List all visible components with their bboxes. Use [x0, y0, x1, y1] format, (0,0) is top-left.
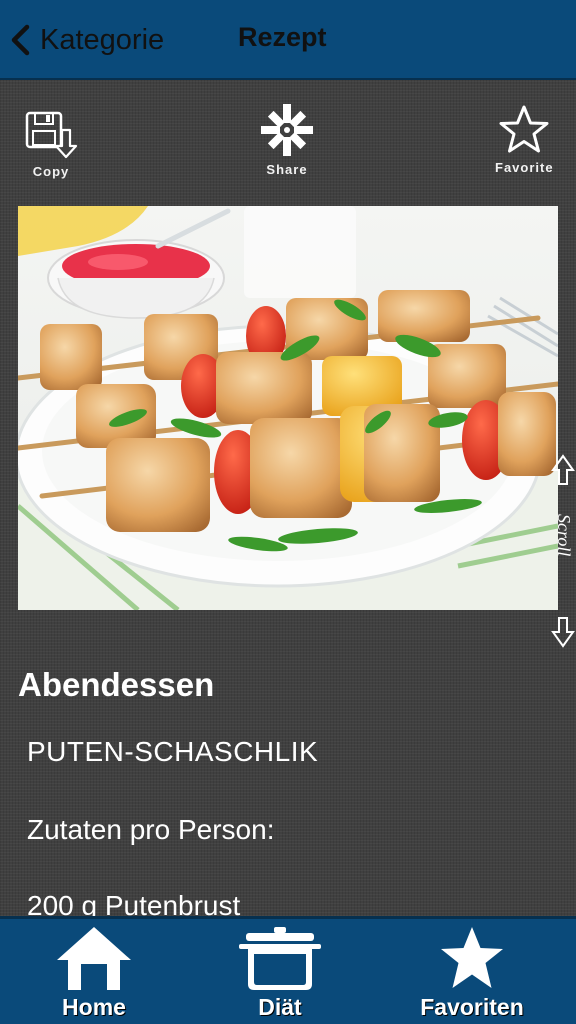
page-title: Rezept — [238, 22, 327, 52]
tab-diet-label: Diät — [258, 994, 302, 1020]
scroll-hint-label: Scroll — [554, 514, 574, 556]
copy-button[interactable]: Copy — [24, 110, 78, 179]
star-outline-icon — [499, 105, 549, 153]
favorite-button[interactable]: Favorite — [495, 104, 554, 175]
tab-bar: Home Diät Favoriten — [0, 916, 576, 1024]
copy-label: Copy — [32, 164, 70, 179]
favorite-label: Favorite — [495, 160, 554, 175]
recipe-category-heading: Abendessen — [18, 666, 215, 703]
recipe-photo — [18, 206, 558, 610]
share-button[interactable]: Share — [259, 102, 315, 177]
tab-favorites[interactable]: Favoriten — [418, 919, 526, 1024]
scroll-hint-icon: Scroll — [551, 454, 575, 648]
recipe-content[interactable]: Copy Share Favorite Scroll Abendessen PU… — [0, 80, 576, 916]
share-label: Share — [266, 162, 308, 177]
recipe-title: PUTEN-SCHASCHLIK — [27, 736, 319, 767]
tab-home-label: Home — [62, 994, 126, 1020]
share-icon — [261, 104, 313, 156]
star-icon — [441, 927, 503, 988]
home-icon — [57, 927, 131, 990]
tab-diet[interactable]: Diät — [232, 919, 328, 1024]
back-button[interactable]: Kategorie — [10, 20, 164, 60]
copy-icon — [25, 111, 78, 159]
ingredients-heading: Zutaten pro Person: — [27, 814, 275, 845]
chevron-left-icon — [11, 24, 30, 56]
pot-icon — [239, 927, 321, 990]
tab-home[interactable]: Home — [46, 919, 142, 1024]
navigation-bar: Kategorie Rezept — [0, 0, 576, 80]
back-button-label: Kategorie — [40, 23, 165, 56]
tab-favorites-label: Favoriten — [420, 994, 524, 1020]
ingredient-line: 200 g Putenbrust — [27, 890, 241, 916]
